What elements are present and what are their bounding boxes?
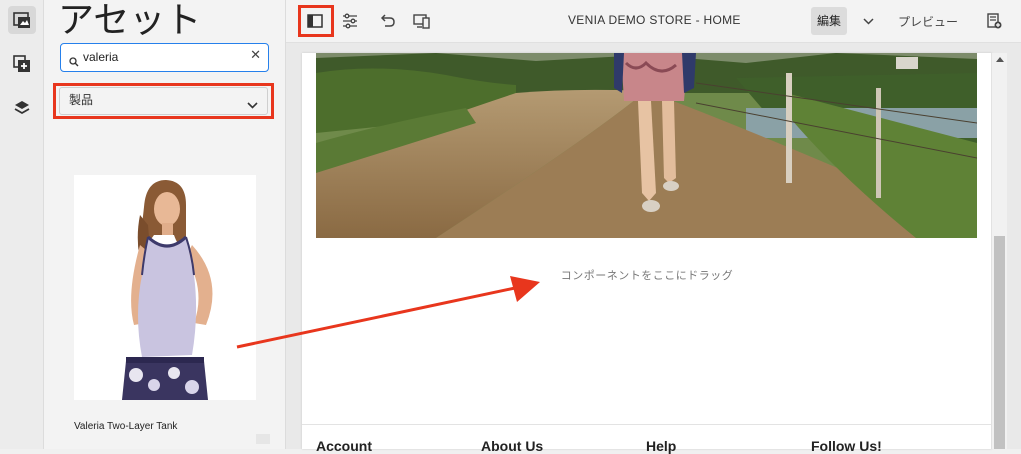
page-scrollbar[interactable] (991, 53, 1007, 449)
asset-panel: アセット valeria ✕ 製品 Valeria Two-Layer Tank (44, 0, 286, 449)
footer-column-about: About Us (481, 438, 544, 454)
panel-scroll-corner (256, 434, 270, 444)
page-title: VENIA DEMO STORE - HOME (568, 13, 741, 27)
hero-image[interactable] (316, 53, 977, 238)
page-properties-icon[interactable] (335, 7, 365, 35)
hero-photo (316, 53, 977, 238)
page-frame: コンポーネントをここにドラッグ Account About Us Help Fo… (302, 53, 992, 454)
highlight-box-asset-type (53, 83, 274, 119)
search-value[interactable]: valeria (83, 50, 118, 64)
undo-icon[interactable] (372, 7, 402, 35)
footer-column-help: Help (646, 438, 677, 454)
footer-divider (302, 424, 992, 425)
highlight-box-toggle (298, 5, 334, 37)
asset-finder-icon[interactable] (8, 6, 36, 34)
publish-icon[interactable] (979, 7, 1009, 35)
chevron-down-icon[interactable] (853, 7, 883, 35)
search-icon (69, 52, 79, 71)
dropzone-placeholder[interactable]: コンポーネントをここにドラッグ (302, 267, 992, 283)
preview-button[interactable]: プレビュー (898, 13, 958, 30)
emulator-icon[interactable] (407, 7, 437, 35)
footer-column-follow: Follow Us! (811, 438, 882, 454)
clear-icon[interactable]: ✕ (250, 48, 261, 63)
search-input[interactable]: valeria ✕ (60, 43, 269, 72)
side-rail (0, 0, 44, 449)
add-component-icon[interactable] (8, 50, 36, 78)
scroll-up-arrow[interactable] (996, 57, 1004, 62)
editor-toolbar: VENIA DEMO STORE - HOME 編集 プレビュー (286, 0, 1021, 43)
product-image (74, 175, 256, 400)
editor-canvas: コンポーネントをここにドラッグ Account About Us Help Fo… (286, 43, 1021, 454)
panel-title: アセット (58, 0, 202, 41)
asset-label: Valeria Two-Layer Tank (74, 421, 178, 432)
mode-select-edit[interactable]: 編集 (811, 7, 847, 35)
scroll-thumb[interactable] (994, 236, 1005, 449)
asset-thumbnail[interactable] (74, 175, 256, 400)
footer-column-account: Account (316, 438, 372, 454)
layers-icon[interactable] (8, 94, 36, 122)
